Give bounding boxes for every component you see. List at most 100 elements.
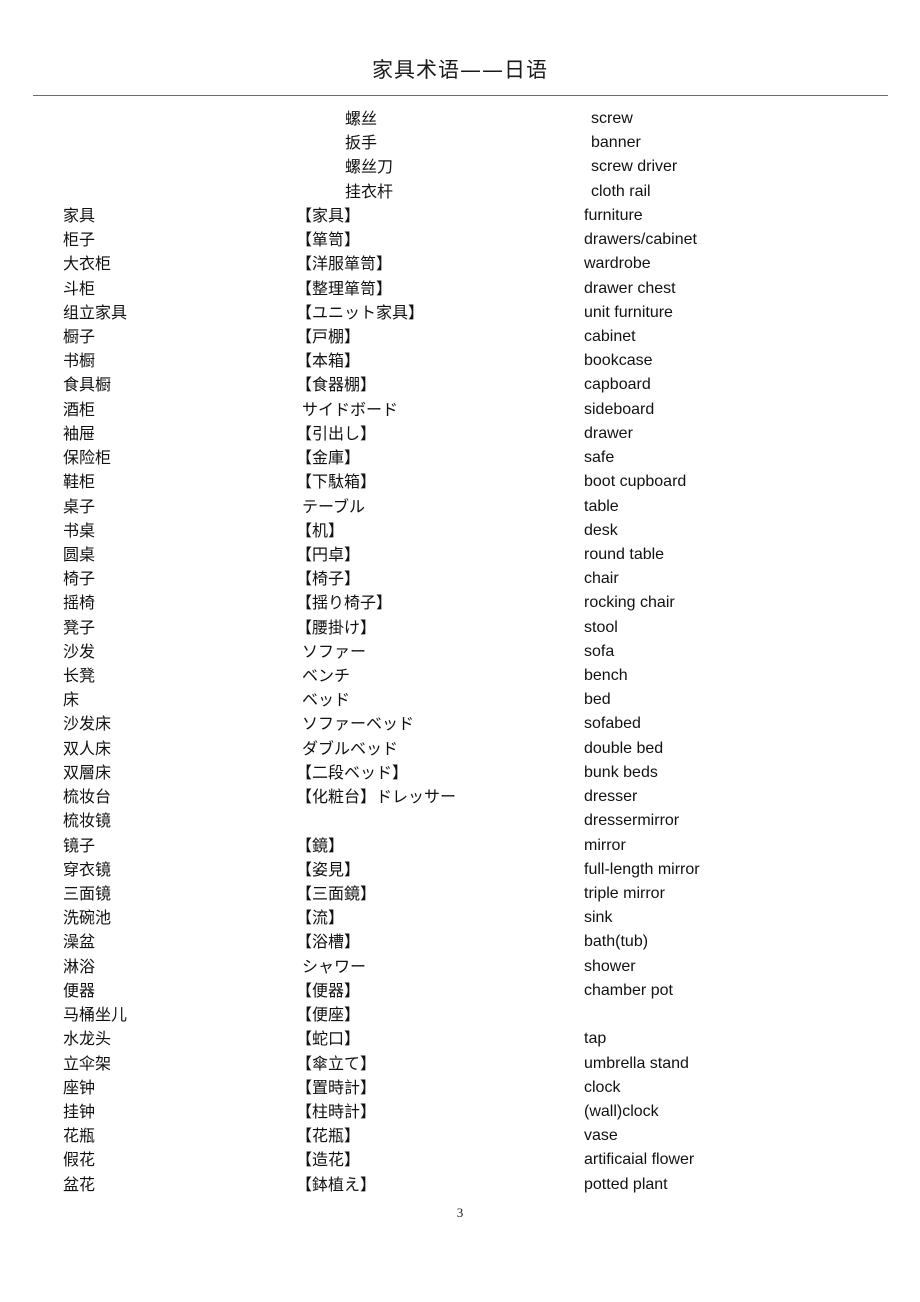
glossary-row: 马桶坐儿 【便座】 <box>0 1003 920 1027</box>
glossary-row: 穿衣镜 【姿見】 full-length mirror <box>0 858 920 882</box>
glossary-row: 椅子 【椅子】 chair <box>0 567 920 591</box>
glossary-row: 组立家具 【ユニット家具】 unit furniture <box>0 301 920 325</box>
term-chinese: 镜子 <box>63 835 96 855</box>
term-chinese: 沙发床 <box>63 714 112 734</box>
glossary-row: 双層床 【二段ベッド】 bunk beds <box>0 761 920 785</box>
glossary-row: 摇椅 【揺り椅子】 rocking chair <box>0 591 920 615</box>
term-english: round table <box>584 545 665 563</box>
term-chinese: 穿衣镜 <box>63 859 112 879</box>
term-japanese: 螺丝 <box>345 109 378 128</box>
term-chinese: 梳妆镜 <box>63 811 112 831</box>
term-chinese: 盆花 <box>63 1174 96 1194</box>
term-japanese: 【花瓶】 <box>296 1126 361 1146</box>
term-chinese: 酒柜 <box>63 399 96 419</box>
term-japanese: 【揺り椅子】 <box>296 593 393 613</box>
term-english: dresser <box>584 788 638 806</box>
term-chinese: 摇椅 <box>63 593 96 613</box>
term-japanese: 【姿見】 <box>296 859 361 879</box>
term-japanese: 【化粧台】ドレッサー <box>296 787 457 807</box>
term-japanese: ベッド <box>302 690 351 710</box>
term-english: sink <box>584 909 613 927</box>
glossary-row: 食具橱 【食器棚】 capboard <box>0 373 920 397</box>
term-english: shower <box>584 957 636 975</box>
term-chinese: 床 <box>63 690 80 710</box>
page-title: 家具术语——日语 <box>372 58 548 82</box>
glossary-row: 螺丝刀 screw driver <box>0 155 920 179</box>
term-japanese: 【円卓】 <box>296 544 361 564</box>
term-chinese: 马桶坐儿 <box>63 1005 128 1025</box>
glossary-row: 镜子 【鏡】 mirror <box>0 834 920 858</box>
term-english: drawer <box>584 424 633 442</box>
glossary-row: 圆桌 【円卓】 round table <box>0 543 920 567</box>
term-english: banner <box>591 134 641 152</box>
term-english: wardrobe <box>584 255 651 273</box>
term-japanese: 【蛇口】 <box>296 1029 361 1049</box>
term-english: chamber pot <box>584 981 673 999</box>
term-chinese: 书桌 <box>63 520 96 540</box>
term-english: full-length mirror <box>584 860 700 878</box>
term-chinese: 橱子 <box>63 326 96 346</box>
glossary-row: 橱子 【戸棚】 cabinet <box>0 325 920 349</box>
glossary-row: 立伞架 【傘立て】 umbrella stand <box>0 1052 920 1076</box>
glossary-row: 桌子 テーブル table <box>0 495 920 519</box>
document-page: 家具术语——日语 螺丝 screw 扳手 banner 螺丝刀 screw driver 挂… <box>0 0 920 1302</box>
term-english: drawer chest <box>584 279 676 297</box>
glossary-row: 洗碗池 【流】 sink <box>0 906 920 930</box>
term-english: chair <box>584 570 619 588</box>
term-english: cloth rail <box>591 182 651 200</box>
term-chinese: 书橱 <box>63 351 96 371</box>
glossary-row: 床 ベッド bed <box>0 688 920 712</box>
glossary-row: 水龙头 【蛇口】 tap <box>0 1027 920 1051</box>
term-english: safe <box>584 449 615 467</box>
term-chinese: 凳子 <box>63 617 96 637</box>
term-chinese: 桌子 <box>63 496 96 516</box>
term-japanese: 【鉢植え】 <box>296 1174 377 1194</box>
glossary-row: 柜子 【箪笥】 drawers/cabinet <box>0 228 920 252</box>
term-chinese: 圆桌 <box>63 544 96 564</box>
term-japanese: 【便座】 <box>296 1005 361 1025</box>
glossary-row: 螺丝 screw <box>0 107 920 131</box>
term-chinese: 便器 <box>63 980 96 1000</box>
glossary-row: 挂钟 【柱時計】 (wall)clock <box>0 1100 920 1124</box>
glossary-row: 双人床 ダブルベッド double bed <box>0 737 920 761</box>
term-japanese: 【鏡】 <box>296 835 345 855</box>
term-japanese: 【下駄箱】 <box>296 472 377 492</box>
term-japanese: 【机】 <box>296 520 345 540</box>
term-japanese: 【腰掛け】 <box>296 617 377 637</box>
term-japanese: テーブル <box>302 496 366 516</box>
glossary-table: 螺丝 screw 扳手 banner 螺丝刀 screw driver 挂衣杆 cloth r… <box>0 107 920 1197</box>
term-english: table <box>584 497 619 515</box>
title-divider <box>33 95 888 96</box>
term-english: bed <box>584 691 611 709</box>
term-chinese: 双人床 <box>63 738 112 758</box>
term-english: desk <box>584 521 618 539</box>
glossary-row: 大衣柜 【洋服箪笥】 wardrobe <box>0 252 920 276</box>
term-japanese: 【流】 <box>296 908 345 928</box>
term-japanese: ダブルベッド <box>302 738 399 758</box>
glossary-row: 书桌 【机】 desk <box>0 519 920 543</box>
term-english: sofabed <box>584 715 641 733</box>
term-chinese: 袖屉 <box>63 423 96 443</box>
term-chinese: 花瓶 <box>63 1126 96 1146</box>
term-chinese: 双層床 <box>63 762 112 782</box>
term-english: (wall)clock <box>584 1102 659 1120</box>
glossary-row: 沙发床 ソファーベッド sofabed <box>0 712 920 736</box>
term-chinese: 组立家具 <box>63 302 128 322</box>
term-japanese: 【整理箪笥】 <box>296 278 393 298</box>
term-chinese: 澡盆 <box>63 932 96 952</box>
term-japanese: サイドボード <box>302 399 399 419</box>
term-japanese: ソファーベッド <box>302 714 415 734</box>
glossary-row: 梳妆台 【化粧台】ドレッサー dresser <box>0 785 920 809</box>
term-japanese: 【金庫】 <box>296 448 361 468</box>
glossary-row: 袖屉 【引出し】 drawer <box>0 422 920 446</box>
term-chinese: 淋浴 <box>63 956 96 976</box>
term-chinese: 洗碗池 <box>63 908 112 928</box>
term-english: umbrella stand <box>584 1054 689 1072</box>
term-english: mirror <box>584 836 626 854</box>
term-japanese: 【家具】 <box>296 205 361 225</box>
glossary-row: 三面镜 【三面鏡】 triple mirror <box>0 882 920 906</box>
term-english: bunk beds <box>584 763 658 781</box>
term-japanese: 【本箱】 <box>296 351 361 371</box>
term-english: sofa <box>584 642 615 660</box>
glossary-row: 扳手 banner <box>0 131 920 155</box>
